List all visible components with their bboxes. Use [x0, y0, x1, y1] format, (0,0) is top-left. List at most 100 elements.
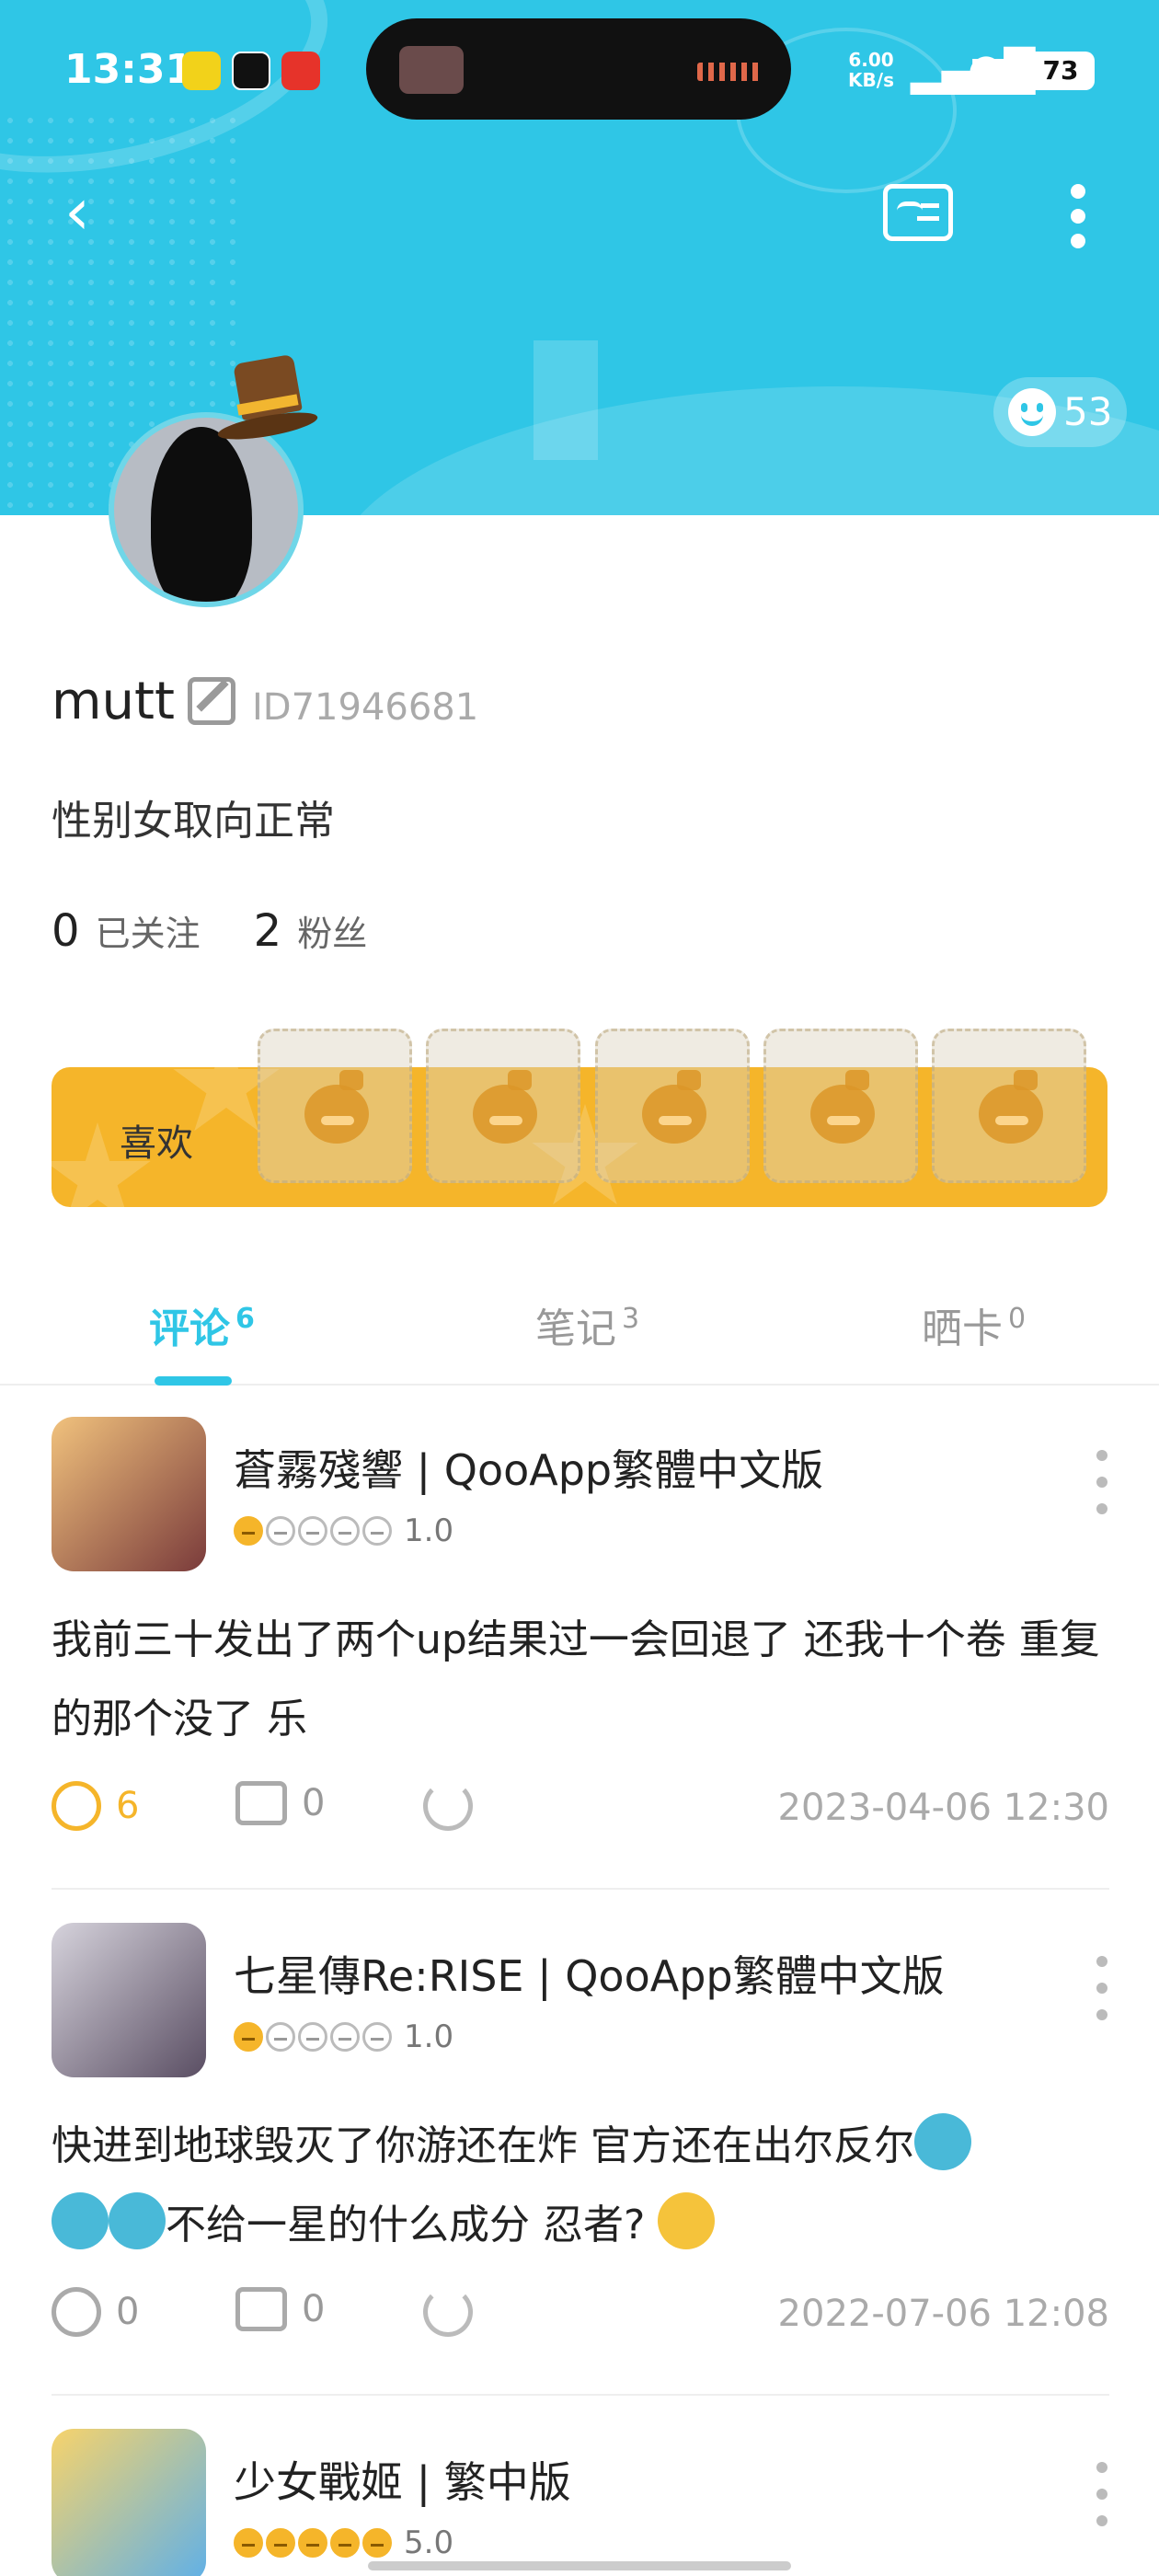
- review-text: 我前三十发出了两个up结果过一会回退了 还我十个卷 重复的那个没了 乐: [52, 1616, 1100, 1742]
- share-icon: [423, 1781, 473, 1831]
- mascot-icon: [979, 1070, 1043, 1144]
- tab-notes-label: 笔记: [535, 1305, 616, 1352]
- review-actions: 0 0 2022-07-06 12:08: [52, 2287, 1109, 2352]
- comment-button[interactable]: 0: [235, 1781, 325, 1825]
- rating-face-icon: [330, 1516, 360, 1546]
- dot-icon: [1096, 2489, 1107, 2500]
- rating-score: 1.0: [404, 2018, 454, 2055]
- avatar-hat-decoration: [215, 353, 320, 451]
- review-card[interactable]: 蒼霧殘響 | QooApp繁體中文版 1.0 我前三十发出了两个up结果过一会回…: [0, 1417, 1159, 1858]
- following-stat[interactable]: 0 已关注: [52, 905, 201, 957]
- tab-cards[interactable]: 晒卡 0: [922, 1295, 1026, 1354]
- weibo-app-icon: [281, 52, 320, 90]
- tab-cards-count: 0: [1008, 1303, 1027, 1335]
- game-icon[interactable]: [52, 1417, 206, 1571]
- mascot-emoji-icon: [913, 2113, 971, 2170]
- like-slot[interactable]: [426, 1029, 580, 1183]
- dot-icon: [1096, 1477, 1107, 1488]
- following-count: 0: [52, 905, 80, 957]
- comment-button[interactable]: 0: [235, 2287, 325, 2331]
- divider: [52, 2394, 1109, 2396]
- avatar-silhouette: [151, 427, 252, 602]
- game-title[interactable]: 蒼霧殘響 | QooApp繁體中文版: [234, 1437, 823, 1498]
- id-card-icon: [897, 201, 923, 211]
- following-label: 已关注: [95, 914, 201, 954]
- user-bio: 性别女取向正常: [52, 798, 335, 845]
- like-slot[interactable]: [932, 1029, 1086, 1183]
- likes-received-badge[interactable]: 53: [993, 377, 1128, 447]
- review-menu-button[interactable]: [1093, 2462, 1111, 2526]
- rating-face-icon: [298, 2528, 327, 2558]
- tab-cards-label: 晒卡: [922, 1305, 1003, 1352]
- followers-label: 粉丝: [297, 914, 368, 954]
- game-icon[interactable]: [52, 2429, 206, 2576]
- mascot-emoji-icon: [109, 2192, 166, 2249]
- comment-count: 0: [302, 2288, 326, 2330]
- tab-notes-count: 3: [622, 1303, 640, 1335]
- review-card[interactable]: 少女戰姬 | 繁中版 5.0: [0, 2429, 1159, 2576]
- dot-icon: [1096, 2462, 1107, 2473]
- star-rating: 1.0: [234, 2018, 453, 2055]
- rating-face-icon: [234, 2022, 263, 2052]
- rating-face-icon: [330, 2528, 360, 2558]
- edit-icon[interactable]: [188, 677, 235, 725]
- home-indicator[interactable]: [368, 2561, 791, 2570]
- username: mutt: [52, 672, 175, 731]
- user-id: ID71946681: [252, 686, 479, 729]
- yum-emoji-icon: [658, 2192, 716, 2249]
- divider: [52, 1888, 1109, 1890]
- rating-face-icon: [234, 2528, 263, 2558]
- like-button[interactable]: 0: [52, 2287, 139, 2337]
- smile-icon: [52, 2287, 101, 2337]
- rating-face-icon: [234, 1516, 263, 1546]
- mascot-icon: [810, 1070, 875, 1144]
- mascot-icon: [642, 1070, 706, 1144]
- share-button[interactable]: [423, 1781, 473, 1831]
- id-card-button[interactable]: [883, 184, 953, 241]
- rating-score: 5.0: [404, 2524, 454, 2561]
- like-shelf-label: 喜欢: [120, 1122, 193, 1165]
- tab-reviews[interactable]: 评论 6: [149, 1295, 255, 1354]
- comment-count: 0: [302, 1782, 326, 1824]
- star-rating: 5.0: [234, 2524, 453, 2561]
- more-options-button[interactable]: [1060, 175, 1096, 258]
- game-title[interactable]: 少女戰姬 | 繁中版: [234, 2449, 571, 2510]
- review-text-part: 不给一星的什么成分 忍者?: [166, 2202, 646, 2248]
- like-slot[interactable]: [763, 1029, 918, 1183]
- rating-face-icon: [266, 1516, 295, 1546]
- dot-icon: [1096, 1983, 1107, 1994]
- back-button[interactable]: ‹: [64, 175, 120, 248]
- like-slot[interactable]: [595, 1029, 750, 1183]
- game-title[interactable]: 七星傳Re:RISE | QooApp繁體中文版: [234, 1943, 945, 2004]
- tab-notes[interactable]: 笔记 3: [535, 1295, 639, 1354]
- id-card-line: [917, 216, 939, 221]
- rating-face-icon: [362, 2022, 392, 2052]
- follow-stats: 0 已关注 2 粉丝: [52, 905, 367, 957]
- followers-stat[interactable]: 2 粉丝: [254, 905, 368, 957]
- review-text: 快进到地球毁灭了你游还在炸 官方还在出尔反尔 不给一星的什么成分 忍者?: [52, 2107, 1109, 2265]
- like-button[interactable]: 6: [52, 1781, 139, 1831]
- share-button[interactable]: [423, 2287, 473, 2337]
- dynamic-island[interactable]: [366, 18, 791, 120]
- review-actions: 6 0 2023-04-06 12:30: [52, 1781, 1109, 1846]
- game-icon[interactable]: [52, 1923, 206, 2077]
- likes-received-count: 53: [1063, 389, 1113, 434]
- id-card-line: [921, 203, 939, 208]
- dot-icon: [1096, 2009, 1107, 2020]
- like-count: 0: [116, 2291, 140, 2333]
- dot-icon: [1096, 1450, 1107, 1461]
- battery-indicator: 73: [1027, 52, 1095, 90]
- tab-reviews-count: 6: [235, 1303, 255, 1335]
- dot-icon: [1071, 184, 1085, 199]
- network-speed-unit: KB/s: [848, 69, 894, 91]
- smile-icon: [52, 1781, 101, 1831]
- mascot-emoji-icon: [52, 2192, 109, 2249]
- active-tab-indicator: [155, 1376, 232, 1386]
- mascot-icon: [304, 1070, 369, 1144]
- review-menu-button[interactable]: [1093, 1956, 1111, 2020]
- review-menu-button[interactable]: [1093, 1450, 1111, 1514]
- rating-face-icon: [330, 2022, 360, 2052]
- review-card[interactable]: 七星傳Re:RISE | QooApp繁體中文版 1.0 快进到地球毁灭了你游还…: [0, 1923, 1159, 2364]
- like-slot[interactable]: [258, 1029, 412, 1183]
- comment-icon: [235, 1781, 287, 1825]
